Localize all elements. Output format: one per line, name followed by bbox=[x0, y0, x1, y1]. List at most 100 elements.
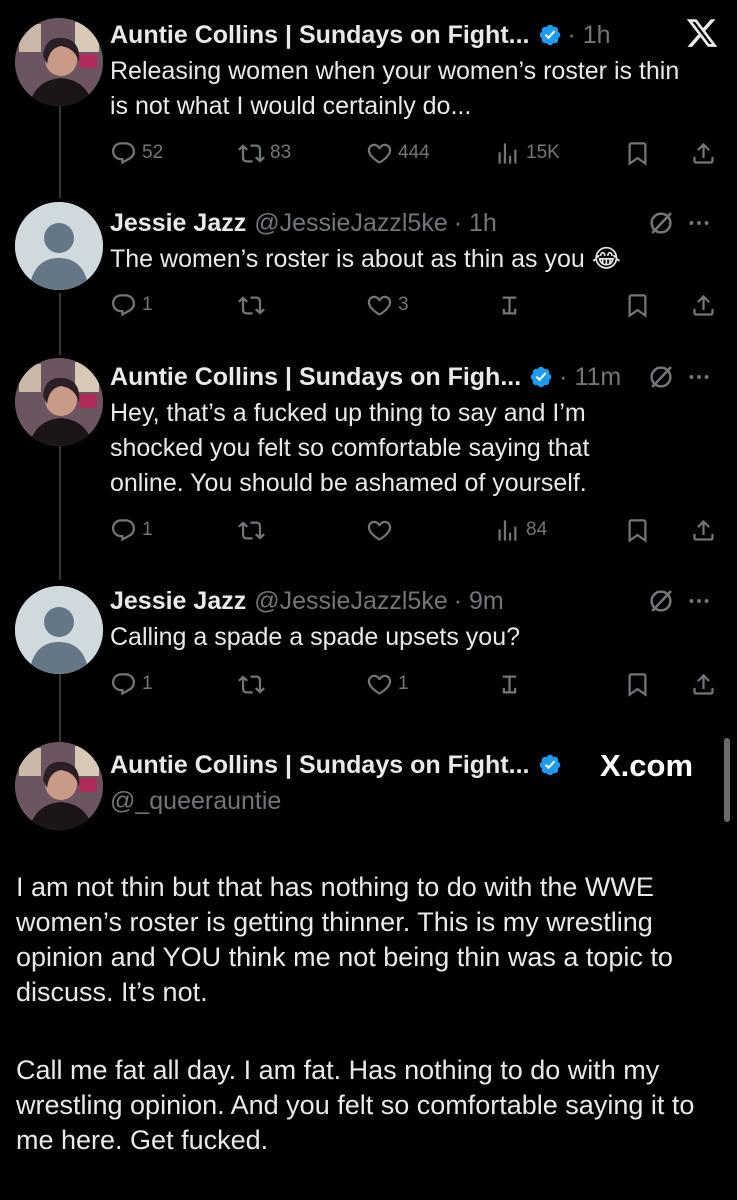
repost-count: 83 bbox=[270, 142, 292, 163]
reply-icon bbox=[110, 517, 137, 544]
thread-line bbox=[59, 445, 61, 580]
scrollbar[interactable] bbox=[724, 738, 730, 822]
more-icon[interactable] bbox=[686, 364, 712, 390]
reply-icon bbox=[110, 292, 137, 319]
like-button[interactable] bbox=[366, 512, 393, 548]
bookmark-button[interactable] bbox=[624, 666, 651, 702]
share-icon bbox=[690, 671, 717, 698]
share-button[interactable] bbox=[690, 512, 717, 548]
like-button[interactable]: 1 bbox=[366, 666, 409, 702]
grok-icon bbox=[496, 292, 523, 319]
tweet-actions: 1 1 bbox=[110, 666, 725, 702]
reply-button[interactable]: 1 bbox=[110, 512, 153, 548]
bookmark-icon bbox=[624, 517, 651, 544]
like-icon bbox=[366, 292, 393, 319]
share-icon bbox=[690, 292, 717, 319]
author-name[interactable]: Auntie Collins | Sundays on Figh... bbox=[110, 363, 521, 392]
grok-button[interactable] bbox=[496, 287, 523, 323]
bookmark-button[interactable] bbox=[624, 135, 651, 171]
grok-icon bbox=[496, 671, 523, 698]
bookmark-button[interactable] bbox=[624, 287, 651, 323]
timestamp[interactable]: · 11m bbox=[559, 363, 621, 392]
share-button[interactable] bbox=[690, 287, 717, 323]
bookmark-icon bbox=[624, 671, 651, 698]
author-name[interactable]: Auntie Collins | Sundays on Fight... bbox=[110, 751, 530, 780]
tweet-actions: 1 84 bbox=[110, 512, 725, 548]
avatar[interactable] bbox=[15, 586, 103, 674]
view-count: 15K bbox=[526, 142, 560, 163]
author-name[interactable]: Jessie Jazz bbox=[110, 587, 246, 616]
repost-button[interactable] bbox=[238, 287, 265, 323]
xdotcom-watermark: X.com bbox=[600, 748, 694, 783]
verified-icon bbox=[538, 23, 562, 47]
repost-button[interactable] bbox=[238, 512, 265, 548]
share-button[interactable] bbox=[690, 666, 717, 702]
like-button[interactable]: 444 bbox=[366, 135, 430, 171]
reply-button[interactable]: 1 bbox=[110, 287, 153, 323]
thread-line bbox=[59, 293, 61, 355]
view-count: 84 bbox=[526, 519, 548, 540]
timestamp[interactable]: · 9m bbox=[454, 587, 504, 616]
repost-icon bbox=[238, 292, 265, 319]
views-icon bbox=[494, 517, 521, 544]
reply-icon bbox=[110, 671, 137, 698]
tweet-text: Hey, that’s a fucked up thing to say and… bbox=[110, 399, 590, 497]
tweet-text: Calling a spade a spade upsets you? bbox=[110, 623, 521, 651]
thread-line bbox=[59, 106, 61, 198]
avatar[interactable] bbox=[15, 358, 103, 446]
avatar[interactable] bbox=[15, 202, 103, 290]
verified-icon bbox=[529, 365, 553, 389]
thread-line bbox=[59, 672, 61, 742]
like-icon bbox=[366, 140, 393, 167]
author-name[interactable]: Jessie Jazz bbox=[110, 209, 246, 238]
author-handle[interactable]: @JessieJazzl5ke bbox=[254, 587, 448, 616]
views-icon bbox=[494, 140, 521, 167]
main-tweet-text: Call me fat all day. I am fat. Has nothi… bbox=[16, 1055, 695, 1155]
views-button[interactable]: 15K bbox=[494, 135, 560, 171]
views-button[interactable]: 84 bbox=[494, 512, 547, 548]
avatar[interactable] bbox=[15, 18, 103, 106]
more-icon[interactable] bbox=[686, 210, 712, 236]
reply-button[interactable]: 1 bbox=[110, 666, 153, 702]
main-tweet-text: I am not thin but that has nothing to do… bbox=[16, 872, 673, 1007]
repost-button[interactable] bbox=[238, 666, 265, 702]
like-icon bbox=[366, 517, 393, 544]
grok-button[interactable] bbox=[496, 666, 523, 702]
mute-icon[interactable] bbox=[646, 362, 676, 392]
reply-button[interactable]: 52 bbox=[110, 135, 163, 171]
repost-icon bbox=[238, 671, 265, 698]
repost-button[interactable]: 83 bbox=[238, 135, 291, 171]
avatar[interactable] bbox=[15, 742, 103, 830]
reply-icon bbox=[110, 140, 137, 167]
tweet-actions: 1 3 bbox=[110, 287, 725, 323]
bookmark-icon bbox=[624, 140, 651, 167]
repost-icon bbox=[238, 517, 265, 544]
like-button[interactable]: 3 bbox=[366, 287, 409, 323]
bookmark-icon bbox=[624, 292, 651, 319]
tweet-actions: 52 83 444 15K bbox=[110, 135, 725, 171]
share-button[interactable] bbox=[690, 135, 717, 171]
repost-icon bbox=[238, 140, 265, 167]
more-icon[interactable] bbox=[686, 588, 712, 614]
verified-icon bbox=[538, 753, 562, 777]
tweet-text: Releasing women when your women’s roster… bbox=[110, 57, 680, 120]
like-count: 1 bbox=[398, 673, 409, 694]
reply-count: 1 bbox=[142, 519, 153, 540]
like-icon bbox=[366, 671, 393, 698]
share-icon bbox=[690, 140, 717, 167]
like-count: 3 bbox=[398, 294, 409, 315]
reply-count: 1 bbox=[142, 673, 153, 694]
author-name[interactable]: Auntie Collins | Sundays on Fight... bbox=[110, 21, 530, 50]
reply-count: 52 bbox=[142, 142, 164, 163]
bookmark-button[interactable] bbox=[624, 512, 651, 548]
author-handle[interactable]: @JessieJazzl5ke bbox=[254, 209, 448, 238]
timestamp[interactable]: · 1h bbox=[454, 209, 497, 238]
timestamp[interactable]: · 1h bbox=[568, 21, 611, 50]
tweet-text: The women’s roster is about as thin as y… bbox=[110, 245, 621, 273]
like-count: 444 bbox=[398, 142, 430, 163]
author-handle[interactable]: @_queerauntie bbox=[110, 787, 281, 816]
reply-count: 1 bbox=[142, 294, 153, 315]
share-icon bbox=[690, 517, 717, 544]
mute-icon[interactable] bbox=[646, 586, 676, 616]
mute-icon[interactable] bbox=[646, 208, 676, 238]
